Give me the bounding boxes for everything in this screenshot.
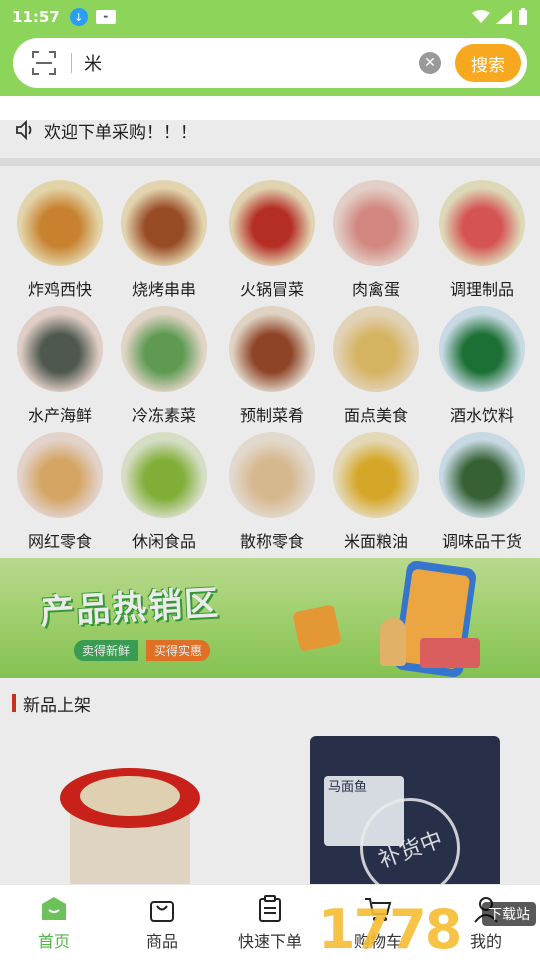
category-image (17, 432, 103, 518)
category-image (17, 180, 103, 266)
category-item[interactable]: 面点美食 (322, 306, 430, 426)
battery-icon (519, 8, 527, 25)
nav-cart-label: 购物车 (353, 931, 402, 951)
nav-home[interactable]: 首页 (0, 885, 108, 960)
nav-products-label: 商品 (145, 931, 178, 951)
home-icon (42, 896, 66, 920)
category-item[interactable]: 米面粮油 (322, 432, 430, 552)
category-item[interactable]: 网红零食 (6, 432, 114, 552)
banner-title: 产品热销区 (39, 583, 222, 633)
bag-icon (150, 900, 174, 922)
nav-cart[interactable]: 购物车 (324, 885, 432, 960)
clear-icon[interactable]: ✕ (419, 52, 441, 74)
category-label: 水产海鲜 (27, 406, 92, 425)
banner-tag-fresh: 卖得新鲜 (74, 640, 139, 661)
shopping-bag-illustration (292, 604, 342, 652)
category-image (121, 432, 207, 518)
girl-illustration (380, 618, 406, 666)
category-item[interactable]: 调理制品 (428, 180, 536, 300)
category-item[interactable]: 休闲食品 (110, 432, 218, 552)
speaker-icon (16, 119, 32, 141)
search-divider (71, 53, 72, 73)
section-separator (0, 158, 540, 166)
category-label: 火锅冒菜 (239, 280, 304, 299)
category-label: 调味品干货 (441, 532, 522, 551)
nav-quick-order-label: 快速下单 (237, 931, 302, 951)
search-input[interactable] (84, 52, 419, 74)
scan-icon[interactable] (31, 50, 57, 76)
category-item[interactable]: 肉禽蛋 (322, 180, 430, 300)
product-card[interactable] (0, 728, 266, 908)
status-time: 11:57 (12, 8, 60, 26)
goods-illustration (420, 638, 480, 668)
search-bar: ✕ 搜索 (13, 38, 527, 88)
category-item[interactable]: 冷冻素菜 (110, 306, 218, 426)
category-label: 面点美食 (343, 406, 408, 425)
category-image (121, 306, 207, 392)
heading-accent-bar (12, 694, 16, 712)
header: 11:57 ↓ ▬ ✕ 搜索 (0, 0, 540, 96)
category-item[interactable]: 炸鸡西快 (6, 180, 114, 300)
category-item[interactable]: 预制菜肴 (218, 306, 326, 426)
clipboard-icon (259, 894, 281, 922)
bottom-nav: 首页 商品 快速下单 购物车 我的 (0, 884, 540, 960)
category-label: 冷冻素菜 (131, 406, 196, 425)
category-label: 散称零食 (239, 532, 304, 551)
nav-profile[interactable]: 我的 (432, 885, 540, 960)
status-right-icons (472, 8, 528, 26)
category-label: 休闲食品 (131, 532, 196, 551)
notice-text: 欢迎下单采购！！！ (44, 122, 197, 143)
category-item[interactable]: 火锅冒菜 (218, 180, 326, 300)
category-item[interactable]: 酒水饮料 (428, 306, 536, 426)
category-label: 炸鸡西快 (27, 280, 92, 299)
user-icon (474, 896, 498, 923)
category-image (439, 432, 525, 518)
category-label: 预制菜肴 (239, 406, 304, 425)
status-bar: 11:57 ↓ ▬ (12, 4, 528, 30)
category-label: 米面粮油 (343, 532, 408, 551)
category-item[interactable]: 调味品干货 (428, 432, 536, 552)
category-image (333, 180, 419, 266)
cart-icon (365, 897, 392, 921)
category-item[interactable]: 烧烤串串 (110, 180, 218, 300)
new-products-title: 新品上架 (23, 695, 91, 716)
category-image (229, 432, 315, 518)
category-label: 肉禽蛋 (351, 280, 400, 299)
category-image (17, 306, 103, 392)
hot-sale-banner[interactable]: 产品热销区 卖得新鲜 买得实惠 (0, 558, 540, 678)
category-item[interactable]: 水产海鲜 (6, 306, 114, 426)
notice-bar: 欢迎下单采购！！！ (14, 118, 197, 143)
new-products-heading: 新品上架 (12, 692, 91, 716)
category-image (229, 180, 315, 266)
nav-profile-label: 我的 (469, 931, 502, 951)
category-image (333, 432, 419, 518)
category-image (121, 180, 207, 266)
download-icon: ↓ (69, 8, 88, 26)
category-image (439, 180, 525, 266)
product-card[interactable]: 马面鱼 补货中 (274, 728, 540, 908)
notification-app-icon: ▬ (95, 10, 116, 24)
search-button[interactable]: 搜索 (455, 44, 521, 82)
nav-home-label: 首页 (37, 931, 70, 951)
category-item[interactable]: 散称零食 (218, 432, 326, 552)
category-label: 烧烤串串 (131, 280, 196, 299)
category-label: 酒水饮料 (449, 406, 514, 425)
nav-quick-order[interactable]: 快速下单 (216, 885, 324, 960)
category-label: 网红零食 (27, 532, 92, 551)
category-image (229, 306, 315, 392)
category-image (439, 306, 525, 392)
wifi-icon (472, 10, 490, 23)
nav-products[interactable]: 商品 (108, 885, 216, 960)
category-label: 调理制品 (449, 280, 514, 299)
category-image (333, 306, 419, 392)
signal-icon (496, 10, 512, 24)
banner-tag-value: 买得实惠 (146, 640, 211, 661)
